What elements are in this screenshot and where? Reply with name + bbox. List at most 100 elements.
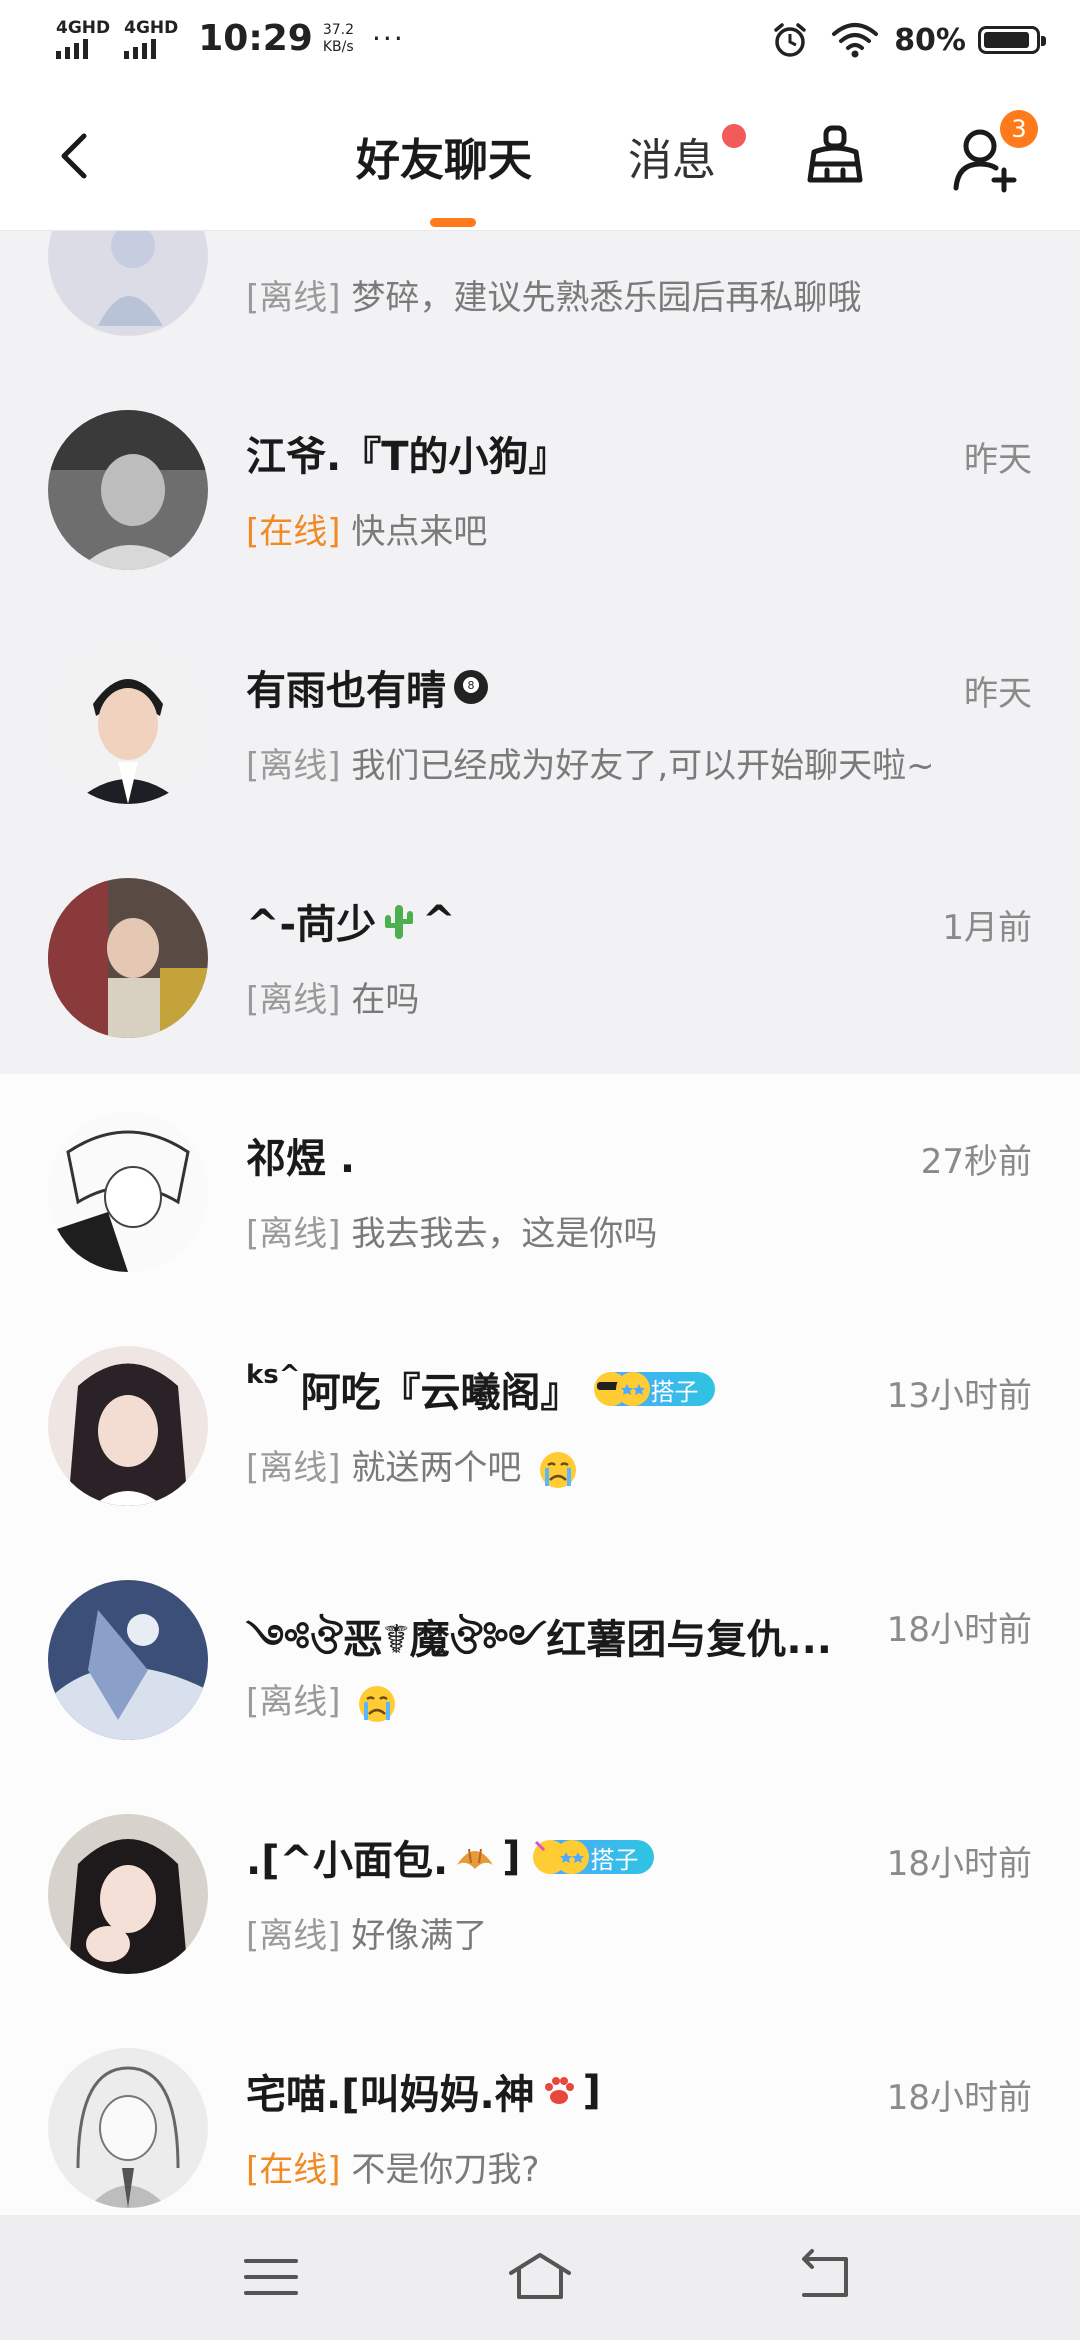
alarm-icon (774, 23, 806, 57)
top-app-bar: 好友聊天 消息 3 (0, 84, 1080, 231)
presence-status: [离线] (246, 1448, 341, 1488)
network-type-label: 4GHD (124, 17, 179, 38)
message-preview: 在吗 (351, 980, 420, 1020)
last-message: [在线] 快点来吧 (246, 504, 487, 553)
back-nav-button[interactable] (790, 2247, 860, 2307)
last-message: [在线] 不是你刀我? (246, 2142, 539, 2191)
svg-text:8: 8 (468, 679, 475, 692)
buddy-tag: 搭子 (533, 1840, 655, 1874)
chat-row[interactable]: [离线] 梦碎，建议先熟悉乐园后再私聊哦 (0, 230, 1080, 372)
eight-ball-emoji-icon: 8 (454, 670, 488, 704)
message-preview: 好像满了 (351, 1916, 488, 1956)
status-bar: 4GHD 4GHD 10:29 37.2 KB/s ··· 80% (0, 0, 1080, 84)
battery-percentage: 80% (894, 22, 966, 58)
last-message-time: 18小时前 (886, 2078, 1032, 2118)
last-message: [离线] (246, 1674, 397, 1724)
chat-row[interactable]: .[^小面包. ] 搭子 18小时前 [离线] 好像满了 (0, 1776, 1080, 2010)
crying-emoji-icon (359, 1685, 396, 1722)
friend-request-badge: 3 (1000, 110, 1038, 148)
more-notifications-icon: ··· (372, 22, 405, 55)
message-preview: 不是你刀我? (351, 2150, 540, 2190)
avatar (48, 1814, 208, 1974)
last-message-time: 13小时前 (886, 1376, 1032, 1416)
message-preview: 就送两个吧 (351, 1448, 522, 1488)
unread-dot (722, 124, 746, 148)
last-message: [离线] 我们已经成为好友了,可以开始聊天啦~ (246, 738, 935, 787)
last-message-time: 27秒前 (920, 1142, 1032, 1182)
buddy-tag-label: 搭子 (650, 1377, 699, 1406)
contact-name-line: ks^ 阿吃『云曦阁』 搭子 (246, 1360, 715, 1418)
presence-status: [离线] (246, 278, 341, 318)
crying-emoji-icon (540, 1451, 577, 1488)
signal-bars-icon (56, 38, 88, 59)
buddy-tag-label: 搭子 (590, 1845, 639, 1874)
avatar (48, 1346, 208, 1506)
presence-status: [离线] (246, 746, 341, 786)
cool-star-emoji-icon (593, 1372, 650, 1406)
signal-indicator-1: 4GHD (56, 19, 110, 59)
chat-list: [离线] 梦碎，建议先熟悉乐园后再私聊哦 江爷.『T的小狗』 昨天 [在线] 快… (0, 230, 1080, 2215)
network-speed-unit: KB/s (322, 38, 354, 55)
active-tab-indicator (430, 218, 476, 227)
contact-name-suffix: ] (502, 1834, 521, 1880)
presence-status: [离线] (246, 1916, 341, 1956)
buddy-tag: 搭子 (593, 1372, 715, 1406)
presence-status: [在线] (246, 2150, 341, 2190)
presence-status: [在线] (246, 512, 341, 552)
avatar (48, 2048, 208, 2208)
avatar (48, 644, 208, 804)
last-message-time: 1月前 (942, 908, 1032, 948)
chat-row[interactable]: 江爷.『T的小狗』 昨天 [在线] 快点来吧 (0, 372, 1080, 606)
signal-indicator-2: 4GHD (124, 19, 178, 59)
last-message-time: 18小时前 (886, 1610, 1032, 1650)
contact-name-line: ^-苘少 ^ (246, 892, 456, 950)
back-button[interactable] (48, 126, 108, 186)
last-message: [离线] 就送两个吧 (246, 1440, 578, 1490)
network-speed: 37.2 KB/s (323, 22, 354, 56)
contact-name-prefix: ks^ (246, 1360, 301, 1390)
presence-status: [离线] (246, 980, 341, 1020)
chat-row[interactable]: ^-苘少 ^ 1月前 [离线] 在吗 (0, 840, 1080, 1074)
contact-name: 祁煜 . (246, 1136, 356, 1182)
contact-name: 阿吃『云曦阁』 (300, 1370, 581, 1416)
last-message-time: 18小时前 (886, 1844, 1032, 1884)
avatar (48, 1580, 208, 1740)
home-button[interactable] (505, 2247, 575, 2307)
chat-row[interactable]: 祁煜 . 27秒前 [离线] 我去我去，这是你吗 (0, 1074, 1080, 1308)
chat-row[interactable]: 有雨也有晴 8 昨天 [离线] 我们已经成为好友了,可以开始聊天啦~ (0, 606, 1080, 840)
home-icon (509, 2253, 571, 2299)
contact-name: .[^小面包. (246, 1838, 449, 1884)
avatar (48, 410, 208, 570)
message-preview: 梦碎，建议先熟悉乐园后再私聊哦 (351, 278, 862, 318)
wifi-icon (832, 23, 879, 58)
avatar (48, 230, 208, 336)
battery-icon (978, 26, 1046, 54)
contact-name-line: 有雨也有晴 8 (246, 658, 490, 716)
message-preview: 快点来吧 (351, 512, 488, 552)
network-type-label: 4GHD (56, 17, 111, 38)
chevron-left-icon (61, 133, 87, 179)
last-message-time: 昨天 (964, 674, 1032, 714)
last-message-time: 昨天 (964, 440, 1032, 480)
contact-name: ^-苘少 (246, 902, 377, 948)
last-message: [离线] 在吗 (246, 972, 419, 1021)
contact-name: 有雨也有晴 (246, 668, 446, 714)
chat-row[interactable]: ks^ 阿吃『云曦阁』 搭子 13小时前 [离线] 就送两个吧 (0, 1308, 1080, 1542)
last-message: [离线] 梦碎，建议先熟悉乐园后再私聊哦 (246, 270, 861, 319)
network-speed-value: 37.2 (322, 21, 355, 38)
signal-bars-icon (124, 38, 157, 59)
chat-row[interactable]: 宅喵.[叫妈妈.神 ] 18小时前 [在线] 不是你刀我? (0, 2010, 1080, 2215)
contact-name-line: 祁煜 . (246, 1126, 355, 1184)
message-preview: 我们已经成为好友了,可以开始聊天啦~ (351, 746, 935, 786)
party-star-emoji-icon (533, 1840, 590, 1874)
clear-unread-button[interactable] (800, 122, 870, 192)
tab-messages[interactable]: 消息 (628, 124, 716, 188)
last-message: [离线] 我去我去，这是你吗 (246, 1206, 657, 1255)
chat-list-viewport[interactable]: [离线] 梦碎，建议先熟悉乐园后再私聊哦 江爷.『T的小狗』 昨天 [在线] 快… (0, 230, 1080, 2215)
presence-status: [离线] (246, 1214, 341, 1254)
avatar (48, 1112, 208, 1272)
message-preview: 我去我去，这是你吗 (351, 1214, 658, 1254)
recent-apps-button[interactable] (236, 2247, 306, 2307)
chat-row[interactable]: ༺ঔ恶☤魔ঔ༻红薯团与复仇... 18小时前 [离线] (0, 1542, 1080, 1776)
tab-friend-chat[interactable]: 好友聊天 (356, 124, 532, 188)
